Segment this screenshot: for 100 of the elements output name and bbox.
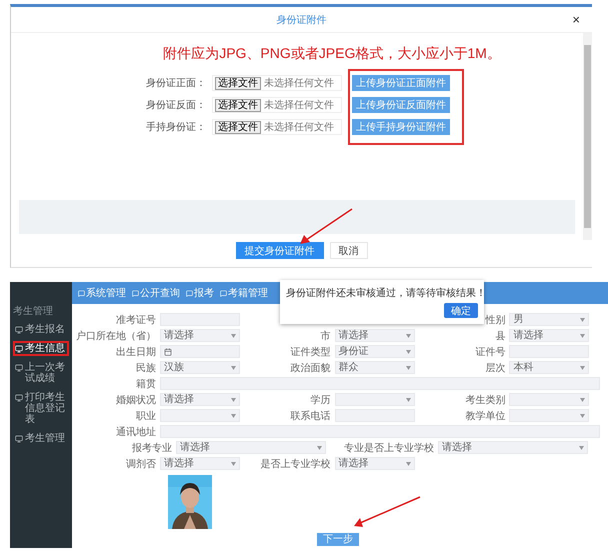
arrow-icon: [352, 496, 422, 528]
arrow-icon: [298, 208, 354, 245]
caret-icon: [231, 398, 236, 402]
sidebar-item[interactable]: 考生信息: [13, 341, 69, 356]
caret-icon: [406, 334, 411, 338]
select-field[interactable]: 请选择: [160, 393, 240, 406]
date-field[interactable]: [160, 345, 240, 358]
file-field[interactable]: 选择文件 未选择任何文件: [212, 75, 342, 91]
field-label: 性别: [484, 314, 506, 326]
upload-label: 身份证正面：: [145, 77, 206, 90]
upload-button[interactable]: 上传身份证反面附件: [352, 97, 450, 113]
choose-file-button[interactable]: 选择文件: [215, 98, 261, 112]
field-label: 是否上专业学校: [260, 458, 331, 470]
nav-link[interactable]: 考籍管理: [220, 286, 268, 300]
select-field[interactable]: [160, 409, 240, 422]
format-notice: 附件应为JPG、PNG或者JPEG格式，大小应小于1M。: [162, 45, 502, 63]
nav-link[interactable]: 系统管理: [78, 286, 126, 300]
upload-label: 手持身份证：: [145, 120, 206, 134]
select-field[interactable]: 身份证: [334, 345, 415, 358]
monitor-icon: [15, 364, 23, 372]
input-field[interactable]: [160, 377, 600, 390]
select-field[interactable]: 群众: [334, 361, 415, 374]
caret-icon: [406, 462, 411, 466]
field-label: 层次: [484, 362, 506, 374]
sidebar-item[interactable]: 考生报名: [13, 322, 69, 337]
field-label: 出生日期: [115, 346, 156, 358]
select-field[interactable]: [509, 409, 590, 422]
sidebar-item[interactable]: 上一次考试成绩: [13, 360, 69, 386]
nav-link[interactable]: 报考: [186, 286, 214, 300]
caret-icon: [580, 318, 586, 322]
caret-icon: [580, 366, 586, 370]
input-field[interactable]: [160, 425, 600, 438]
file-field[interactable]: 选择文件 未选择任何文件: [212, 97, 342, 113]
choose-file-button[interactable]: 选择文件: [215, 120, 261, 134]
select-field[interactable]: 请选择: [160, 329, 240, 342]
close-button[interactable]: ×: [572, 13, 580, 26]
field-label: 联系电话: [290, 410, 331, 422]
calendar-icon: [164, 348, 172, 356]
select-field[interactable]: 男: [509, 313, 590, 326]
caret-icon: [231, 414, 236, 418]
monitor-icon: [15, 326, 23, 334]
field-label: 通讯地址: [115, 426, 156, 438]
field-label: 市: [320, 330, 331, 342]
caret-icon: [579, 446, 584, 450]
select-field[interactable]: 请选择: [334, 457, 415, 470]
field-label: 考生类别: [464, 394, 506, 406]
caret-icon: [580, 414, 586, 418]
select-field[interactable]: 请选择: [176, 441, 326, 454]
upload-button[interactable]: 上传手持身份证附件: [352, 119, 450, 135]
cancel-button[interactable]: 取消: [330, 242, 368, 259]
select-field[interactable]: 本科: [509, 361, 590, 374]
caret-icon: [231, 334, 236, 338]
field-label: 民族: [135, 362, 156, 374]
select-field[interactable]: [334, 393, 415, 406]
field-label: 证件类型: [290, 346, 331, 358]
field-label: 籍贯: [135, 378, 156, 390]
message-icon: [78, 290, 85, 296]
select-field[interactable]: [509, 393, 590, 406]
monitor-icon: [15, 435, 23, 443]
field-label: 教学单位: [464, 410, 506, 422]
caret-icon: [580, 334, 586, 338]
sidebar-item[interactable]: 考生管理: [13, 431, 69, 446]
monitor-icon: [15, 394, 23, 402]
upload-label: 身份证反面：: [145, 99, 206, 112]
input-field[interactable]: [509, 345, 590, 358]
field-label: 调剂否: [125, 458, 156, 470]
field-label: 户口所在地（省）: [76, 330, 156, 342]
message-icon: [220, 290, 227, 296]
sidebar-heading: 考生管理: [13, 304, 54, 318]
select-field[interactable]: 请选择: [160, 457, 240, 470]
caret-icon: [580, 398, 586, 402]
submit-button[interactable]: 提交身份证附件: [236, 242, 324, 259]
upload-button[interactable]: 上传身份证正面附件: [352, 75, 450, 91]
input-field[interactable]: [160, 313, 240, 326]
field-label: 职业: [135, 410, 156, 422]
confirm-button[interactable]: 确定: [444, 303, 478, 318]
input-field[interactable]: [334, 409, 415, 422]
caret-icon: [406, 366, 411, 370]
file-status: 未选择任何文件: [264, 120, 334, 134]
field-label: 学历: [310, 394, 331, 406]
select-field[interactable]: 请选择: [509, 329, 590, 342]
select-field[interactable]: 请选择: [334, 329, 415, 342]
caret-icon: [406, 398, 411, 402]
caret-icon: [317, 446, 322, 450]
next-button[interactable]: 下一步: [317, 533, 359, 546]
scrollbar[interactable]: [583, 33, 592, 240]
field-label: 专业是否上专业学校: [343, 442, 434, 454]
caret-icon: [406, 350, 411, 354]
field-label: 准考证号: [115, 314, 156, 326]
monitor-icon: [15, 345, 23, 353]
select-field[interactable]: 请选择: [438, 441, 588, 454]
file-status: 未选择任何文件: [264, 76, 334, 90]
sidebar-item[interactable]: 打印考生信息登记表: [13, 390, 69, 427]
nav-link[interactable]: 公开查询: [132, 286, 180, 300]
field-label: 政治面貌: [290, 362, 331, 374]
select-field[interactable]: 汉族: [160, 361, 240, 374]
file-status: 未选择任何文件: [264, 98, 334, 112]
file-field[interactable]: 选择文件 未选择任何文件: [212, 119, 342, 135]
field-label: 婚姻状况: [115, 394, 156, 406]
choose-file-button[interactable]: 选择文件: [215, 76, 261, 90]
